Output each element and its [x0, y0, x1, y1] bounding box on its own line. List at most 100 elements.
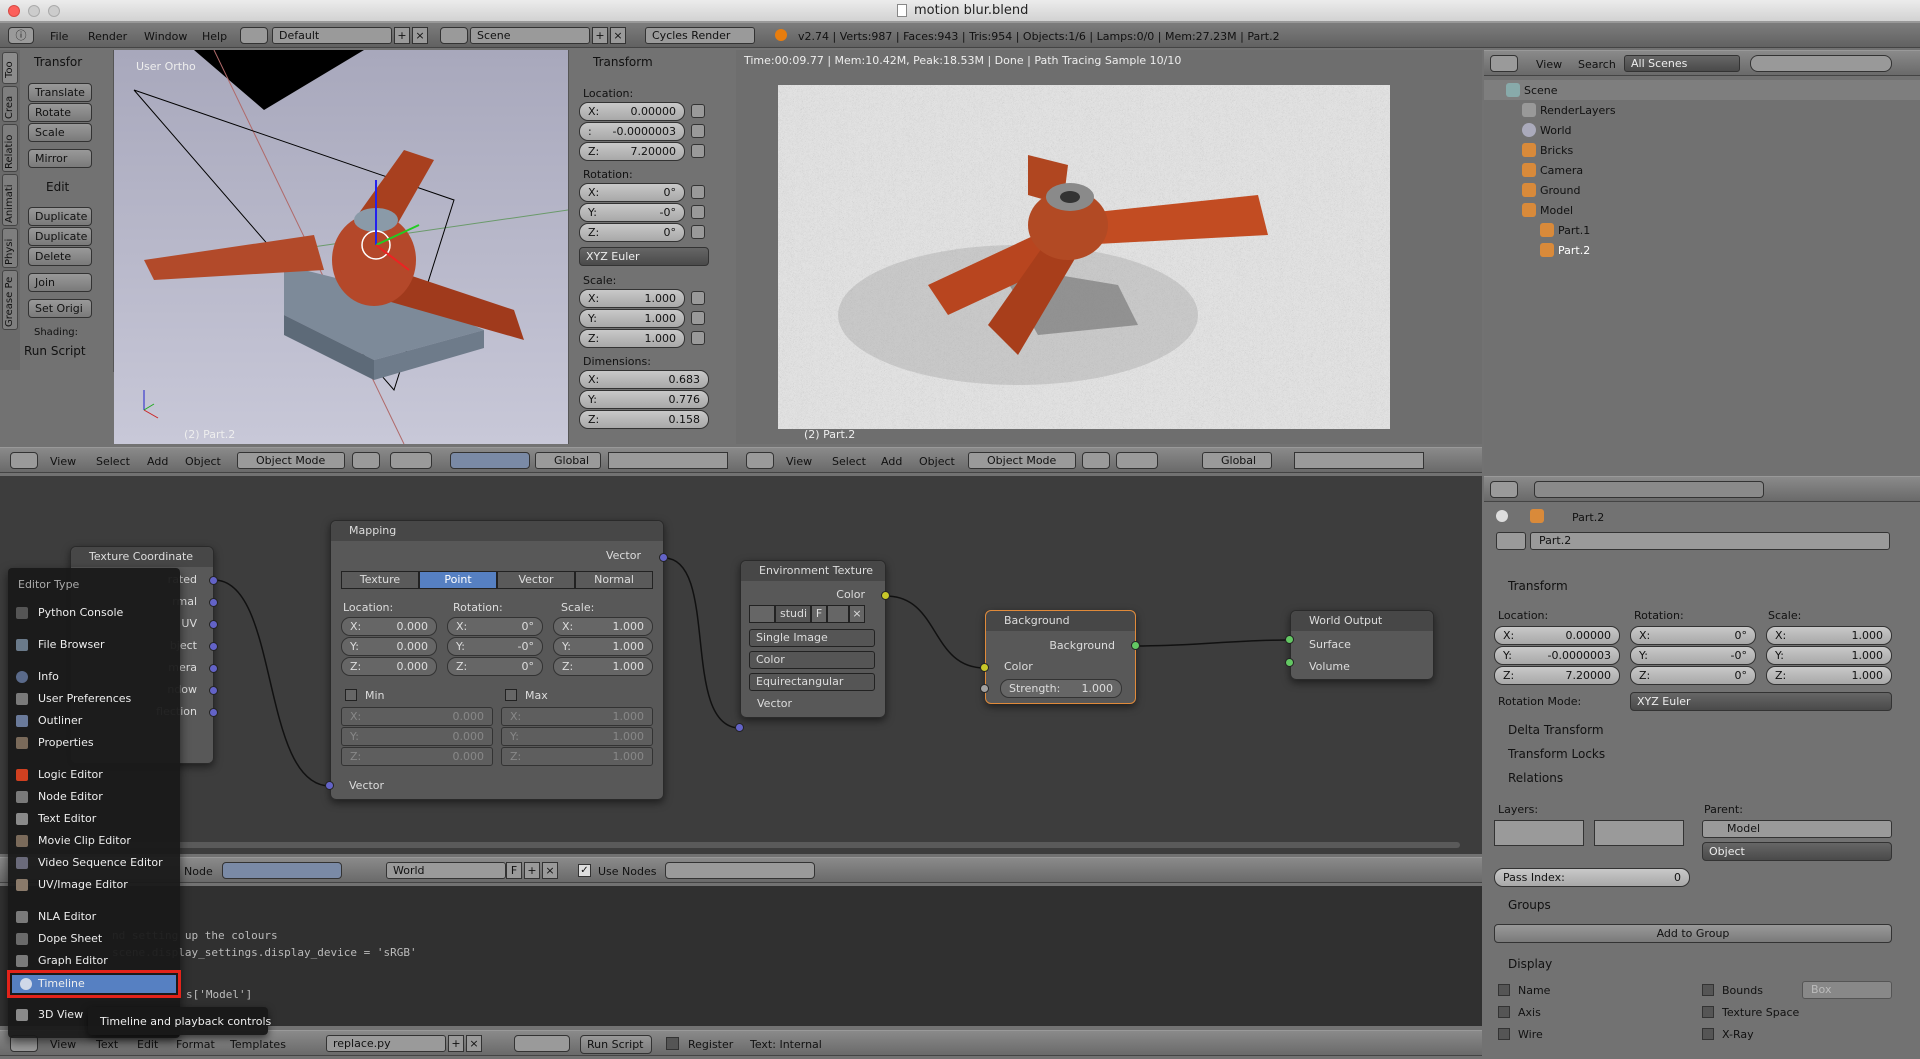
world-add-icon[interactable]: + — [524, 862, 540, 879]
object-name-field[interactable]: Part.2 — [1530, 532, 1890, 550]
axis-checkbox[interactable] — [1498, 1006, 1510, 1018]
n-transform-header[interactable]: Transform — [593, 55, 653, 69]
prop-location-z[interactable]: Z: 7.20000 — [1494, 666, 1620, 685]
mapping-rotation-x[interactable]: X: 0° — [447, 617, 543, 636]
menu-select[interactable]: Select — [96, 455, 130, 468]
wire-checkbox[interactable] — [1498, 1028, 1510, 1040]
menu-item-video-sequence-editor[interactable]: Video Sequence Editor — [8, 854, 188, 872]
text-menu-text[interactable]: Text — [96, 1038, 118, 1051]
menu-add[interactable]: Add — [881, 455, 902, 468]
mapping-scale-x[interactable]: X: 1.000 — [553, 617, 653, 636]
tab-physics[interactable]: Physi — [2, 228, 18, 268]
socket-volume-in[interactable] — [1285, 658, 1294, 667]
menu-item-user-preferences[interactable]: User Preferences — [8, 690, 188, 708]
pin-icon[interactable] — [1496, 510, 1508, 522]
lock-icon[interactable] — [691, 104, 705, 118]
min-z[interactable]: Z: 0.000 — [341, 747, 493, 766]
menu-select[interactable]: Select — [832, 455, 866, 468]
editor-type-icon[interactable] — [746, 452, 774, 469]
run-script-button[interactable]: Run Script — [580, 1035, 652, 1054]
outliner-search-input[interactable] — [1750, 55, 1892, 72]
socket-vector[interactable] — [209, 620, 218, 629]
node-editor[interactable]: Texture Coordinate rated rmal UV bject m… — [0, 476, 1482, 854]
menu-item-graph-editor[interactable]: Graph Editor — [8, 952, 188, 970]
socket-vector[interactable] — [209, 708, 218, 717]
xray-checkbox[interactable] — [1702, 1028, 1714, 1040]
properties-context-tabs[interactable] — [1534, 481, 1764, 498]
menu-item-python-console[interactable]: Python Console — [8, 604, 188, 622]
zoom-window-button[interactable] — [48, 5, 60, 17]
menu-window[interactable]: Window — [144, 30, 187, 43]
scale-button[interactable]: Scale — [28, 123, 92, 142]
mapping-rotation-y[interactable]: Y: -0° — [447, 637, 543, 656]
menu-render[interactable]: Render — [88, 30, 127, 43]
prop-scale-x[interactable]: X: 1.000 — [1766, 626, 1892, 645]
menu-item-nla-editor[interactable]: NLA Editor — [8, 908, 188, 926]
layers-grid[interactable] — [608, 452, 728, 469]
strength-field[interactable]: Strength: 1.000 — [1000, 679, 1122, 698]
lock-icon[interactable] — [691, 311, 705, 325]
set-origin-button[interactable]: Set Origi — [28, 299, 92, 318]
delta-transform-section[interactable]: Delta Transform — [1508, 723, 1604, 737]
translate-button[interactable]: Translate — [28, 83, 92, 102]
mapping-scale-y[interactable]: Y: 1.000 — [553, 637, 653, 656]
world-fake-user[interactable]: F — [506, 862, 522, 879]
scene-remove-icon[interactable]: × — [610, 27, 626, 44]
menu-item-outliner[interactable]: Outliner — [8, 712, 188, 730]
menu-item-file-browser[interactable]: File Browser — [8, 636, 188, 654]
outliner-row-ground[interactable]: Ground — [1484, 180, 1920, 200]
layout-selector[interactable]: Default — [272, 27, 392, 44]
socket-strength-in[interactable] — [980, 684, 989, 693]
menu-object[interactable]: Object — [185, 455, 221, 468]
scale-z-field[interactable]: Z: 1.000 — [579, 329, 685, 348]
lock-icon[interactable] — [691, 124, 705, 138]
text-file-selector[interactable]: replace.py — [326, 1035, 446, 1052]
menu-item-dope-sheet[interactable]: Dope Sheet — [8, 930, 188, 948]
rotate-button[interactable]: Rotate — [28, 103, 92, 122]
pivot-icon[interactable] — [390, 452, 432, 469]
lock-icon[interactable] — [691, 144, 705, 158]
node-editor-scrollbar[interactable] — [10, 842, 1460, 848]
scale-y-field[interactable]: Y: 1.000 — [579, 309, 685, 328]
text-menu-templates[interactable]: Templates — [230, 1038, 286, 1051]
outliner-row-bricks[interactable]: Bricks — [1484, 140, 1920, 160]
bounds-checkbox[interactable] — [1702, 984, 1714, 996]
tab-tools[interactable]: Too — [2, 52, 18, 84]
image-browse-icon[interactable] — [749, 605, 775, 623]
viewport-left[interactable]: User Ortho (2) Part.2 — [114, 50, 568, 444]
menu-item-logic-editor[interactable]: Logic Editor — [8, 766, 188, 784]
menu-add[interactable]: Add — [147, 455, 168, 468]
outliner-editor-icon[interactable] — [1490, 55, 1518, 72]
source-dropdown[interactable]: Single Image — [749, 629, 875, 647]
outliner-row-model[interactable]: Model — [1484, 200, 1920, 220]
lock-icon[interactable] — [691, 205, 705, 219]
projection-dropdown[interactable]: Equirectangular — [749, 673, 875, 691]
info-editor-icon[interactable]: ⓘ — [8, 27, 34, 44]
open-image-icon[interactable] — [827, 605, 849, 623]
text-remove-icon[interactable]: × — [466, 1035, 482, 1052]
prop-rotation-x[interactable]: X: 0° — [1630, 626, 1756, 645]
socket-vector[interactable] — [209, 576, 218, 585]
color-space-dropdown[interactable]: Color — [749, 651, 875, 669]
scale-x-field[interactable]: X: 1.000 — [579, 289, 685, 308]
shading-icon[interactable] — [1082, 452, 1110, 469]
socket-vector[interactable] — [209, 642, 218, 651]
socket-color-in[interactable] — [980, 663, 989, 672]
socket-vector-out[interactable] — [659, 553, 668, 562]
duplicate-linked-button[interactable]: Duplicate — [28, 227, 92, 246]
outliner-menu-view[interactable]: View — [1536, 58, 1562, 71]
layout-add-icon[interactable]: + — [394, 27, 410, 44]
mapping-tab-normal[interactable]: Normal — [575, 571, 653, 589]
lock-icon[interactable] — [691, 291, 705, 305]
socket-surface-in[interactable] — [1285, 635, 1294, 644]
dimension-y-field[interactable]: Y: 0.776 — [579, 390, 709, 409]
layer-buttons-a[interactable] — [1494, 820, 1584, 846]
lock-icon[interactable] — [691, 225, 705, 239]
text-menu-edit[interactable]: Edit — [137, 1038, 158, 1051]
world-selector[interactable]: World — [386, 862, 506, 879]
menu-item-node-editor[interactable]: Node Editor — [8, 788, 188, 806]
mapping-location-y[interactable]: Y: 0.000 — [341, 637, 437, 656]
prop-location-y[interactable]: Y: -0.0000003 — [1494, 646, 1620, 665]
fake-user-toggle[interactable]: F — [811, 605, 827, 623]
mapping-tab-vector[interactable]: Vector — [497, 571, 575, 589]
